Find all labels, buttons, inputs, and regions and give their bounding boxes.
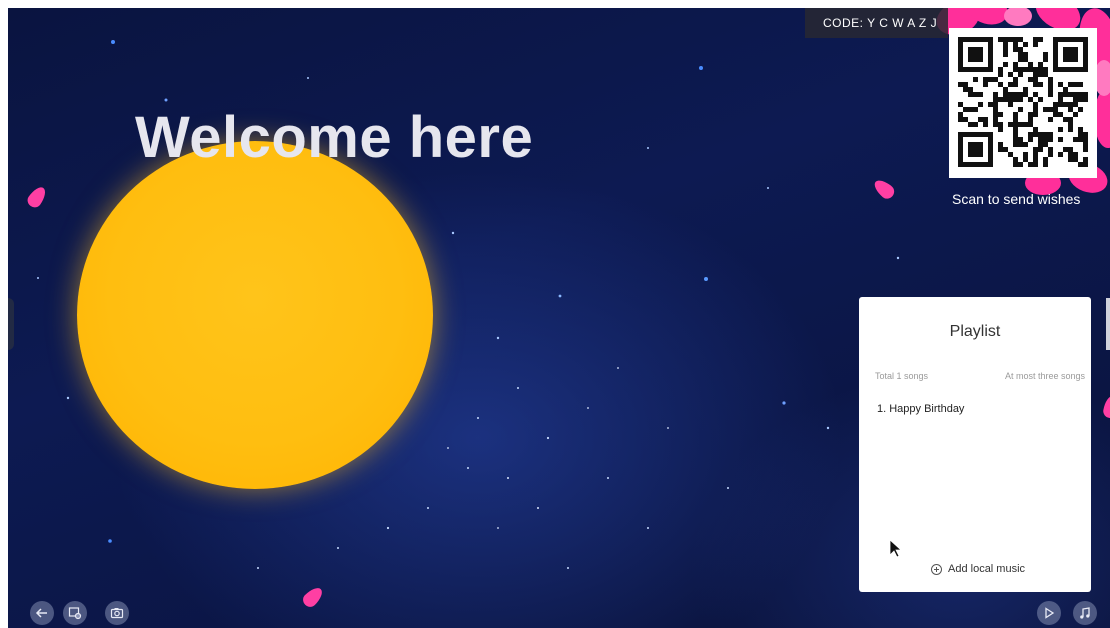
room-code-bar: CODE: Y C W A Z J (805, 8, 948, 38)
screen-settings-button[interactable] (63, 601, 87, 625)
music-note-icon (1080, 607, 1090, 619)
code-value: Y C W A Z J (867, 16, 938, 30)
screen-settings-icon (68, 607, 82, 620)
screenshot-button[interactable] (105, 601, 129, 625)
sun-graphic (77, 141, 433, 489)
scan-caption: Scan to send wishes (952, 191, 1081, 207)
add-local-music-label: Add local music (948, 563, 1026, 575)
add-local-music-button[interactable]: Add local music (931, 563, 1025, 575)
playlist-title: Playlist (949, 323, 1001, 340)
music-button[interactable] (1073, 601, 1097, 625)
welcome-title: Welcome here (135, 105, 534, 170)
playlist-total: Total 1 songs (875, 371, 929, 381)
greeting-screen: Welcome here CODE: Y C W A Z J Scan to s… (8, 8, 1110, 628)
add-circle-icon (931, 563, 942, 575)
petal-decoration (1102, 394, 1110, 420)
playlist-song-item[interactable]: 1. Happy Birthday (877, 403, 964, 415)
petal-decoration (300, 584, 326, 610)
camera-icon (110, 608, 124, 619)
play-button[interactable] (1037, 601, 1061, 625)
back-button[interactable] (30, 601, 54, 625)
code-label: CODE: (823, 16, 864, 30)
left-panel-handle[interactable] (8, 298, 14, 350)
playlist-limit: At most three songs (1004, 371, 1085, 381)
play-icon (1045, 607, 1055, 619)
right-panel-handle[interactable] (1106, 298, 1110, 350)
qr-code[interactable] (949, 28, 1097, 178)
mouse-cursor-icon (889, 539, 903, 558)
back-arrow-icon (35, 608, 47, 618)
petal-decoration (871, 176, 897, 202)
qr-code-image (958, 37, 1088, 167)
petal-decoration (24, 183, 50, 211)
